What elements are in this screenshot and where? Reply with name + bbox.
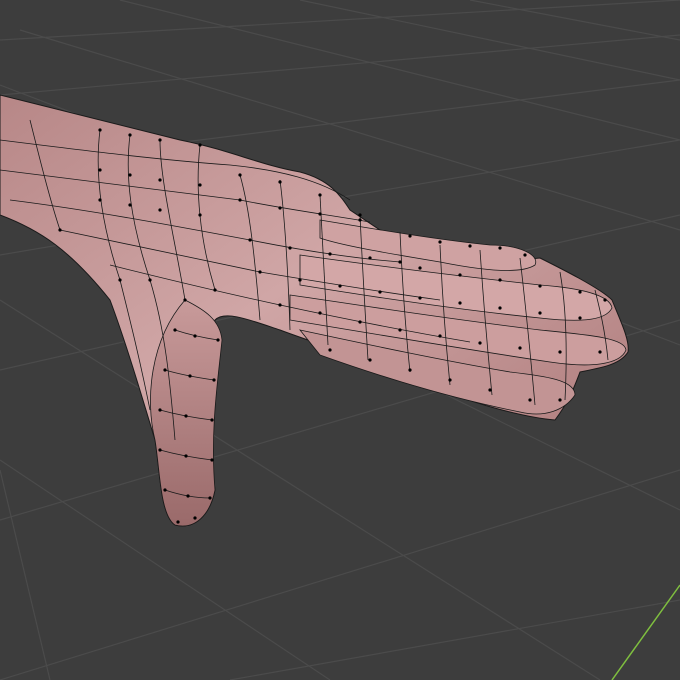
hand-mesh[interactable] <box>0 94 629 527</box>
3d-viewport[interactable] <box>0 0 680 680</box>
y-axis-line <box>611 584 680 680</box>
viewport-canvas[interactable] <box>0 0 680 680</box>
